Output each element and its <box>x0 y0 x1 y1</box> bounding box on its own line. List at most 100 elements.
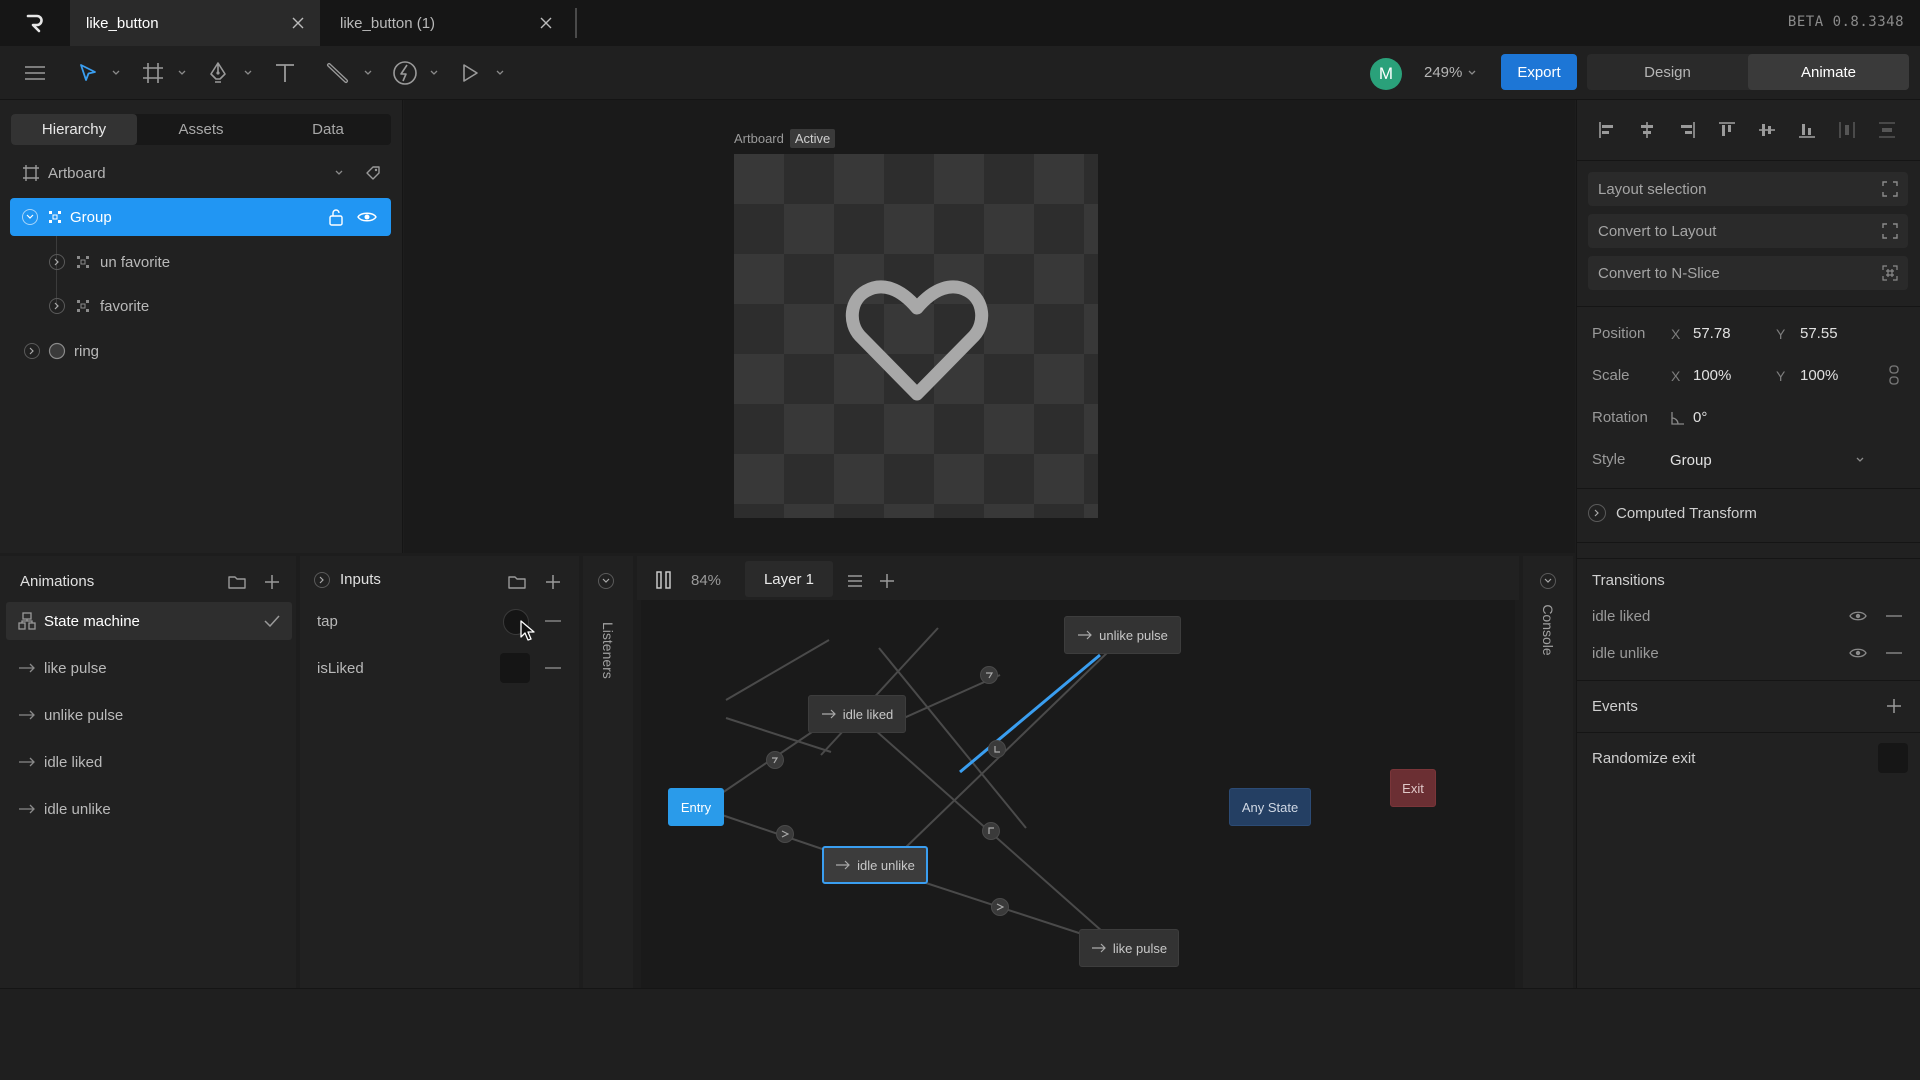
transition-dot[interactable] <box>776 825 794 843</box>
tree-item-favorite[interactable]: favorite <box>40 287 390 325</box>
layer-tab[interactable]: Layer 1 <box>745 561 833 597</box>
graph-zoom[interactable]: 84% <box>691 572 721 589</box>
design-mode-tab[interactable]: Design <box>1587 54 1748 90</box>
add-layer-icon[interactable] <box>879 573 895 589</box>
select-tool-icon[interactable] <box>78 58 98 88</box>
align-bottom-icon[interactable] <box>1798 121 1816 139</box>
position-y-field[interactable]: 57.55 <box>1800 325 1838 342</box>
align-center-v-icon[interactable] <box>1758 121 1776 139</box>
chevron-right-icon[interactable] <box>49 254 65 270</box>
artboard-title[interactable]: Artboard Active <box>734 129 836 148</box>
state-node-idle-liked[interactable]: idle liked <box>808 695 906 733</box>
state-node-idle-unlike[interactable]: idle unlike <box>822 846 928 884</box>
position-x-field[interactable]: 57.78 <box>1693 325 1731 342</box>
chevron-down-icon[interactable] <box>178 70 186 76</box>
transition-dot[interactable] <box>991 898 1009 916</box>
animate-mode-tab[interactable]: Animate <box>1748 54 1909 90</box>
chevron-down-icon[interactable] <box>112 70 120 76</box>
animation-item-unlike-pulse[interactable]: unlike pulse <box>18 696 288 734</box>
chevron-down-icon[interactable] <box>598 573 614 589</box>
convert-to-layout-button[interactable]: Convert to Layout <box>1588 214 1908 248</box>
add-icon[interactable] <box>1886 698 1902 714</box>
folder-icon[interactable] <box>508 574 526 590</box>
play-icon[interactable] <box>460 58 480 88</box>
scale-x-field[interactable]: 100% <box>1693 367 1731 384</box>
eye-icon[interactable] <box>1849 647 1867 659</box>
eye-icon[interactable] <box>1849 610 1867 622</box>
pause-icon[interactable] <box>655 571 673 589</box>
remove-icon[interactable] <box>545 620 561 622</box>
animation-item-idle-liked[interactable]: idle liked <box>18 743 288 781</box>
transition-dot[interactable] <box>980 666 998 684</box>
text-tool-icon[interactable] <box>274 58 296 88</box>
remove-icon[interactable] <box>1886 652 1902 654</box>
state-node-exit[interactable]: Exit <box>1390 769 1436 807</box>
close-icon[interactable] <box>538 15 554 31</box>
transition-dot[interactable] <box>766 751 784 769</box>
chevron-right-icon[interactable] <box>314 571 330 588</box>
distribute-v-icon[interactable] <box>1878 121 1896 139</box>
artboard[interactable] <box>734 154 1098 518</box>
tab-hierarchy[interactable]: Hierarchy <box>11 114 137 145</box>
chevron-right-icon[interactable] <box>24 343 40 359</box>
chevron-right-icon[interactable] <box>49 298 65 314</box>
artboard-tool-icon[interactable] <box>142 58 164 88</box>
state-node-unlike-pulse[interactable]: unlike pulse <box>1064 616 1181 654</box>
artboard-row[interactable]: Artboard <box>12 154 392 192</box>
align-top-icon[interactable] <box>1718 121 1736 139</box>
tab-assets[interactable]: Assets <box>138 114 264 145</box>
remove-icon[interactable] <box>1886 615 1902 617</box>
style-select[interactable]: Group <box>1670 447 1870 473</box>
layout-selection-button[interactable]: Layout selection <box>1588 172 1908 206</box>
folder-icon[interactable] <box>228 574 246 590</box>
animation-item-like-pulse[interactable]: like pulse <box>18 649 288 687</box>
transition-item[interactable]: idle unlike <box>1592 645 1659 662</box>
animation-item-idle-unlike[interactable]: idle unlike <box>18 790 288 828</box>
close-icon[interactable] <box>290 15 306 31</box>
transition-dot[interactable] <box>988 740 1006 758</box>
add-icon[interactable] <box>545 574 561 590</box>
tree-item-ring[interactable]: ring <box>16 332 386 370</box>
remove-icon[interactable] <box>545 667 561 669</box>
chevron-down-icon[interactable] <box>364 70 372 76</box>
bone-tool-icon[interactable] <box>326 58 350 88</box>
rive-logo-icon[interactable] <box>22 12 48 34</box>
scale-y-field[interactable]: 100% <box>1800 367 1838 384</box>
listeners-panel[interactable] <box>583 556 633 988</box>
align-left-icon[interactable] <box>1598 121 1616 139</box>
state-node-any-state[interactable]: Any State <box>1229 788 1311 826</box>
pen-tool-icon[interactable] <box>208 58 228 88</box>
lock-icon[interactable] <box>328 208 344 226</box>
align-right-icon[interactable] <box>1678 121 1696 139</box>
animation-item-state-machine[interactable]: State machine <box>6 602 292 640</box>
heart-outline-icon[interactable] <box>844 276 990 406</box>
tab-like-button[interactable]: like_button <box>70 0 320 46</box>
add-icon[interactable] <box>264 574 280 590</box>
tab-like-button-1[interactable]: like_button (1) <box>324 0 568 46</box>
layers-menu-icon[interactable] <box>847 574 863 588</box>
distribute-h-icon[interactable] <box>1838 121 1856 139</box>
boolean-toggle[interactable] <box>500 653 530 683</box>
transition-dot[interactable] <box>982 822 1000 840</box>
constraint-tool-icon[interactable] <box>392 58 418 88</box>
chevron-down-icon[interactable] <box>244 70 252 76</box>
menu-icon[interactable] <box>24 58 46 88</box>
state-node-entry[interactable]: Entry <box>668 788 724 826</box>
link-icon[interactable] <box>1889 365 1899 385</box>
chevron-down-icon[interactable] <box>430 70 438 76</box>
chevron-down-icon[interactable] <box>1540 573 1556 589</box>
avatar[interactable]: M <box>1370 58 1402 90</box>
input-item-isliked[interactable]: isLiked <box>317 649 567 687</box>
tree-item-un-favorite[interactable]: un favorite <box>40 243 390 281</box>
tree-item-group[interactable]: Group <box>10 198 391 236</box>
export-button[interactable]: Export <box>1501 54 1577 90</box>
chevron-down-icon[interactable] <box>335 170 343 176</box>
zoom-level[interactable]: 249% <box>1424 64 1476 81</box>
rotation-field[interactable]: 0° <box>1693 409 1707 426</box>
align-center-h-icon[interactable] <box>1638 121 1656 139</box>
randomize-exit-checkbox[interactable] <box>1878 743 1908 773</box>
chevron-down-icon[interactable] <box>22 209 38 225</box>
computed-transform-row[interactable]: Computed Transform <box>1588 504 1757 522</box>
eye-icon[interactable] <box>357 210 377 224</box>
convert-to-nslice-button[interactable]: Convert to N-Slice <box>1588 256 1908 290</box>
